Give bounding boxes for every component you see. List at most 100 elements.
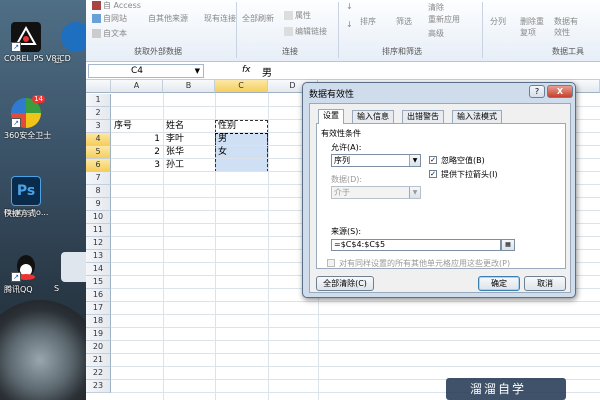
row-header[interactable]: 14 xyxy=(86,263,111,276)
watermark: 溜溜自学 xyxy=(446,378,566,400)
col-header-c[interactable]: C xyxy=(215,80,268,93)
group-data-tools: 数据工具 xyxy=(552,47,584,56)
row-header[interactable]: 9 xyxy=(86,198,111,211)
properties-button[interactable]: 属性 xyxy=(284,10,311,21)
grid-line xyxy=(111,301,600,302)
group-sort-filter: 排序和筛选 xyxy=(382,47,422,56)
row-header[interactable]: 11 xyxy=(86,224,111,237)
row-header[interactable]: 10 xyxy=(86,211,111,224)
from-web-button[interactable]: 自网站 xyxy=(92,13,127,24)
row-header[interactable]: 22 xyxy=(86,367,111,380)
chevron-down-icon[interactable]: ▼ xyxy=(409,155,420,166)
close-button[interactable]: X xyxy=(547,85,573,98)
advanced-button[interactable]: 高级 xyxy=(428,28,444,39)
name-box[interactable]: C4 ▼ xyxy=(88,64,204,78)
formula-input[interactable]: 男 xyxy=(262,64,272,79)
corel-icon: ↗ xyxy=(11,22,41,52)
in-cell-dropdown-checkbox[interactable]: ✓ xyxy=(429,170,437,178)
corner-select-all[interactable] xyxy=(86,80,111,93)
desktop-icon-partial-1[interactable]: 迅 xyxy=(54,22,86,64)
row-header[interactable]: 3 xyxy=(86,120,111,133)
ribbon-separator xyxy=(482,2,483,58)
ribbon: 自 Access 自网站 自文本 自其他来源 现有连接 获取外部数据 全部刷新 … xyxy=(86,0,600,62)
row-header[interactable]: 13 xyxy=(86,250,111,263)
allow-select[interactable]: 序列 ▼ xyxy=(331,154,421,167)
row-header[interactable]: 6 xyxy=(86,159,111,172)
data-validation-button[interactable]: 数据有效性 xyxy=(554,16,582,38)
wallpaper-wheel xyxy=(0,300,86,400)
qq-icon: ↗ xyxy=(11,252,41,282)
remove-duplicates-button[interactable]: 删除重复项 xyxy=(520,16,548,38)
tab-ime-mode[interactable]: 输入法模式 xyxy=(452,110,502,123)
row-header[interactable]: 18 xyxy=(86,315,111,328)
data-validation-dialog: 数据有效性 ? X 设置 输入信息 出错警告 输入法模式 有效性条件 允许(A)… xyxy=(302,82,576,298)
row-header[interactable]: 5 xyxy=(86,146,111,159)
grid-line xyxy=(111,366,600,367)
row-header[interactable]: 23 xyxy=(86,380,111,393)
row-header[interactable]: 4 xyxy=(86,133,111,146)
source-input[interactable]: =$C$4:$C$5 xyxy=(331,239,501,251)
col-header-a[interactable]: A xyxy=(111,80,163,93)
clear-all-button[interactable]: 全部清除(C) xyxy=(316,276,374,291)
col-header-b[interactable]: B xyxy=(163,80,215,93)
desktop-icon-photoshop[interactable]: Ps Photosho... 快捷方式 xyxy=(4,176,48,218)
sort-za-icon[interactable]: ↓ xyxy=(346,20,353,29)
row-header[interactable]: 16 xyxy=(86,289,111,302)
data-select: 介于 ▼ xyxy=(331,186,421,199)
app-icon xyxy=(61,252,86,282)
from-text-button[interactable]: 自文本 xyxy=(92,28,127,39)
reapply-button[interactable]: 重新应用 xyxy=(428,14,460,25)
dialog-title: 数据有效性 xyxy=(309,90,355,100)
apply-all-label: 对有同样设置的所有其他单元格应用这些更改(P) xyxy=(339,259,511,268)
photoshop-icon: Ps xyxy=(11,176,41,206)
tab-error-alert[interactable]: 出错警告 xyxy=(402,110,444,123)
desktop-icon-qq[interactable]: ↗ 腾讯QQ xyxy=(4,252,48,294)
filter-button[interactable]: 筛选 xyxy=(396,16,412,27)
tab-input-message[interactable]: 输入信息 xyxy=(352,110,394,123)
desktop-icon-partial-2[interactable]: S xyxy=(54,252,86,293)
app-icon xyxy=(61,22,86,52)
apply-all-checkbox[interactable] xyxy=(327,259,335,267)
desktop-icon-corel[interactable]: ↗ COREL PS V8 CD xyxy=(4,22,71,63)
existing-connections-button[interactable]: 现有连接 xyxy=(204,13,236,24)
desktop-icon-360[interactable]: 14 ↗ 360安全卫士 xyxy=(4,95,51,140)
refresh-all-button[interactable]: 全部刷新 xyxy=(242,13,274,24)
help-button[interactable]: ? xyxy=(529,85,545,98)
row-header[interactable]: 12 xyxy=(86,237,111,250)
row-header[interactable]: 21 xyxy=(86,354,111,367)
text-to-columns-button[interactable]: 分列 xyxy=(490,16,506,27)
group-connections: 连接 xyxy=(282,47,298,56)
row-header[interactable]: 8 xyxy=(86,185,111,198)
settings-panel: 有效性条件 允许(A): 序列 ▼ ✓ 忽略空值(B) ✓ 提供下拉箭头(I) 数… xyxy=(316,123,566,269)
from-access-button[interactable]: 自 Access xyxy=(92,0,141,11)
row-header[interactable]: 15 xyxy=(86,276,111,289)
allow-label: 允许(A): xyxy=(331,143,362,152)
data-label: 数据(D): xyxy=(331,175,363,184)
criteria-heading: 有效性条件 xyxy=(321,129,361,138)
ignore-blank-checkbox[interactable]: ✓ xyxy=(429,156,437,164)
clear-button[interactable]: 清除 xyxy=(428,2,444,13)
group-external-data: 获取外部数据 xyxy=(134,47,182,56)
ok-button[interactable]: 确定 xyxy=(478,276,520,291)
tab-settings[interactable]: 设置 xyxy=(318,109,344,124)
edit-links-button[interactable]: 编辑链接 xyxy=(284,26,327,37)
row-header[interactable]: 19 xyxy=(86,328,111,341)
source-label: 来源(S): xyxy=(331,227,362,236)
in-cell-dropdown-label: 提供下拉箭头(I) xyxy=(441,170,498,179)
row-header[interactable]: 17 xyxy=(86,302,111,315)
ignore-blank-label: 忽略空值(B) xyxy=(441,156,485,165)
chevron-down-icon: ▼ xyxy=(409,187,420,198)
range-picker-icon[interactable]: ▦ xyxy=(501,239,515,251)
fx-icon[interactable]: fx xyxy=(242,65,251,75)
row-header[interactable]: 7 xyxy=(86,172,111,185)
row-header[interactable]: 2 xyxy=(86,107,111,120)
row-header[interactable]: 20 xyxy=(86,341,111,354)
row-header[interactable]: 1 xyxy=(86,94,111,107)
other-sources-button[interactable]: 自其他来源 xyxy=(148,13,188,24)
cancel-button[interactable]: 取消 xyxy=(524,276,566,291)
chevron-down-icon[interactable]: ▼ xyxy=(195,65,200,77)
grid-line xyxy=(111,353,600,354)
grid-line xyxy=(111,340,600,341)
sort-button[interactable]: 排序 xyxy=(360,16,376,27)
sort-az-icon[interactable]: ↓ xyxy=(346,2,353,11)
